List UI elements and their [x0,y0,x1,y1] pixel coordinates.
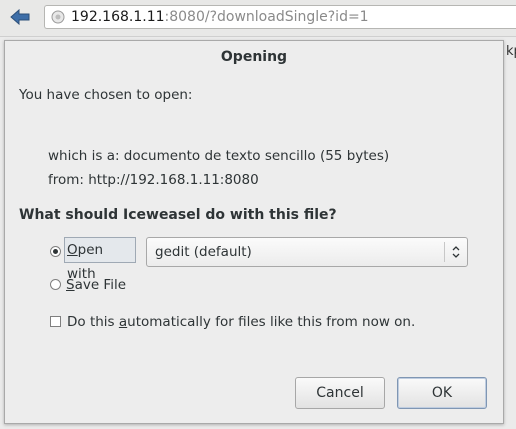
background-page-text: kp [506,44,516,59]
ok-button[interactable]: OK [397,377,487,409]
application-select-value: gedit (default) [155,244,252,260]
application-select[interactable]: gedit (default) [146,237,468,267]
file-type-text: which is a: documento de texto sencillo … [48,148,390,164]
dialog-title: Opening [220,49,288,65]
auto-action-mnemonic: a [118,314,128,330]
open-with-mnemonic: O [67,242,78,258]
back-arrow-icon [10,9,30,25]
intro-text: You have chosen to open: [19,87,193,103]
save-file-label[interactable]: Save File [66,277,126,293]
action-question: What should Iceweasel do with this file? [19,207,337,223]
file-source-text: from: http://192.168.1.11:8080 [48,172,259,188]
back-button[interactable] [8,6,32,28]
url-host: 192.168.1.11 [71,9,165,25]
auto-action-post: utomatically for files like this from no… [127,314,416,330]
url-bar[interactable]: 192.168.1.11:8080/?downloadSingle?id=1 [44,5,516,29]
up-down-arrows-icon [452,246,460,258]
auto-action-pre: Do this [67,314,119,330]
save-file-radio[interactable] [50,279,61,290]
auto-action-checkbox[interactable] [50,316,61,327]
opening-dialog: Opening You have chosen to open: which i… [4,40,504,424]
cancel-button[interactable]: Cancel [295,377,385,409]
save-file-label-text: ave File [74,277,127,293]
auto-action-label[interactable]: Do this automatically for files like thi… [67,314,415,330]
save-file-mnemonic: S [66,277,75,293]
globe-icon [51,10,65,24]
browser-toolbar: 192.168.1.11:8080/?downloadSingle?id=1 [0,0,516,37]
url-path: :8080/?downloadSingle?id=1 [164,9,369,25]
open-with-radio[interactable] [50,246,61,257]
open-with-label[interactable]: Open with [64,237,136,282]
select-separator [444,242,445,262]
